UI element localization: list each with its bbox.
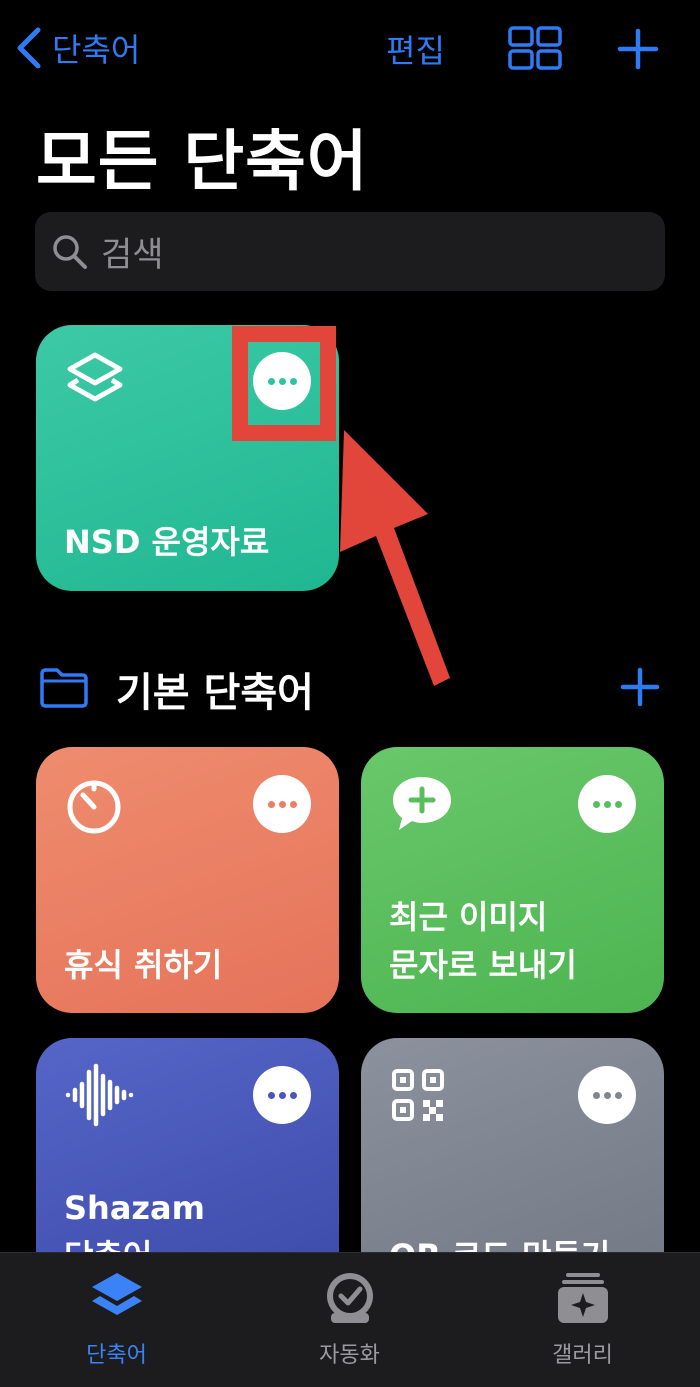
- layers-icon: [67, 352, 123, 402]
- tab-automation[interactable]: 자동화: [233, 1253, 466, 1387]
- message-plus-icon: [393, 777, 451, 830]
- gallery-sparkle-icon: [557, 1273, 608, 1323]
- search-placeholder: 검색: [101, 235, 164, 275]
- qr-code-icon: [392, 1069, 444, 1121]
- shortcut-label: NSD 운영자료: [64, 523, 270, 561]
- annotation-arrow-icon: [340, 430, 450, 686]
- search-field[interactable]: 검색: [35, 212, 665, 291]
- shortcut-card-send-recent-image[interactable]: 최근 이미지 문자로 보내기: [361, 747, 664, 1013]
- search-icon: [53, 234, 87, 269]
- shortcut-label-line2: 문자로 보내기: [389, 946, 577, 984]
- edit-button[interactable]: 편집: [386, 26, 445, 72]
- tab-gallery[interactable]: 갤러리: [466, 1253, 699, 1387]
- page-title: 모든 단축어: [36, 123, 369, 200]
- more-options-button[interactable]: [578, 775, 636, 833]
- shortcut-label: 휴식 취하기: [64, 946, 223, 984]
- folder-icon: [40, 668, 88, 708]
- tab-label: 단축어: [86, 1343, 147, 1368]
- annotation-highlight-box: [232, 326, 336, 441]
- tab-bar: 단축어 자동화 갤러리: [0, 1252, 700, 1387]
- tab-shortcuts[interactable]: 단축어: [0, 1253, 233, 1387]
- shortcut-label-line1: 최근 이미지: [389, 898, 548, 936]
- chevron-left-icon: [17, 27, 41, 69]
- more-options-button[interactable]: [578, 1066, 636, 1124]
- folder-title: 기본 단축어: [116, 670, 314, 716]
- add-shortcut-icon[interactable]: [617, 28, 659, 70]
- waveform-icon: [65, 1063, 134, 1127]
- timer-icon: [67, 780, 121, 834]
- back-button[interactable]: 단축어: [14, 22, 140, 74]
- back-label: 단축어: [52, 31, 141, 69]
- shortcut-label-line1: Shazam: [64, 1189, 205, 1227]
- grid-view-icon[interactable]: [508, 26, 562, 70]
- layers-icon: [91, 1273, 142, 1315]
- tab-label: 자동화: [319, 1343, 380, 1368]
- more-options-button[interactable]: [253, 1066, 311, 1124]
- tab-label: 갤러리: [552, 1343, 613, 1368]
- add-to-folder-icon[interactable]: [620, 667, 660, 707]
- more-options-button[interactable]: [253, 775, 311, 833]
- clock-check-icon: [326, 1273, 373, 1323]
- shortcut-card-take-a-break[interactable]: 휴식 취하기: [36, 747, 339, 1013]
